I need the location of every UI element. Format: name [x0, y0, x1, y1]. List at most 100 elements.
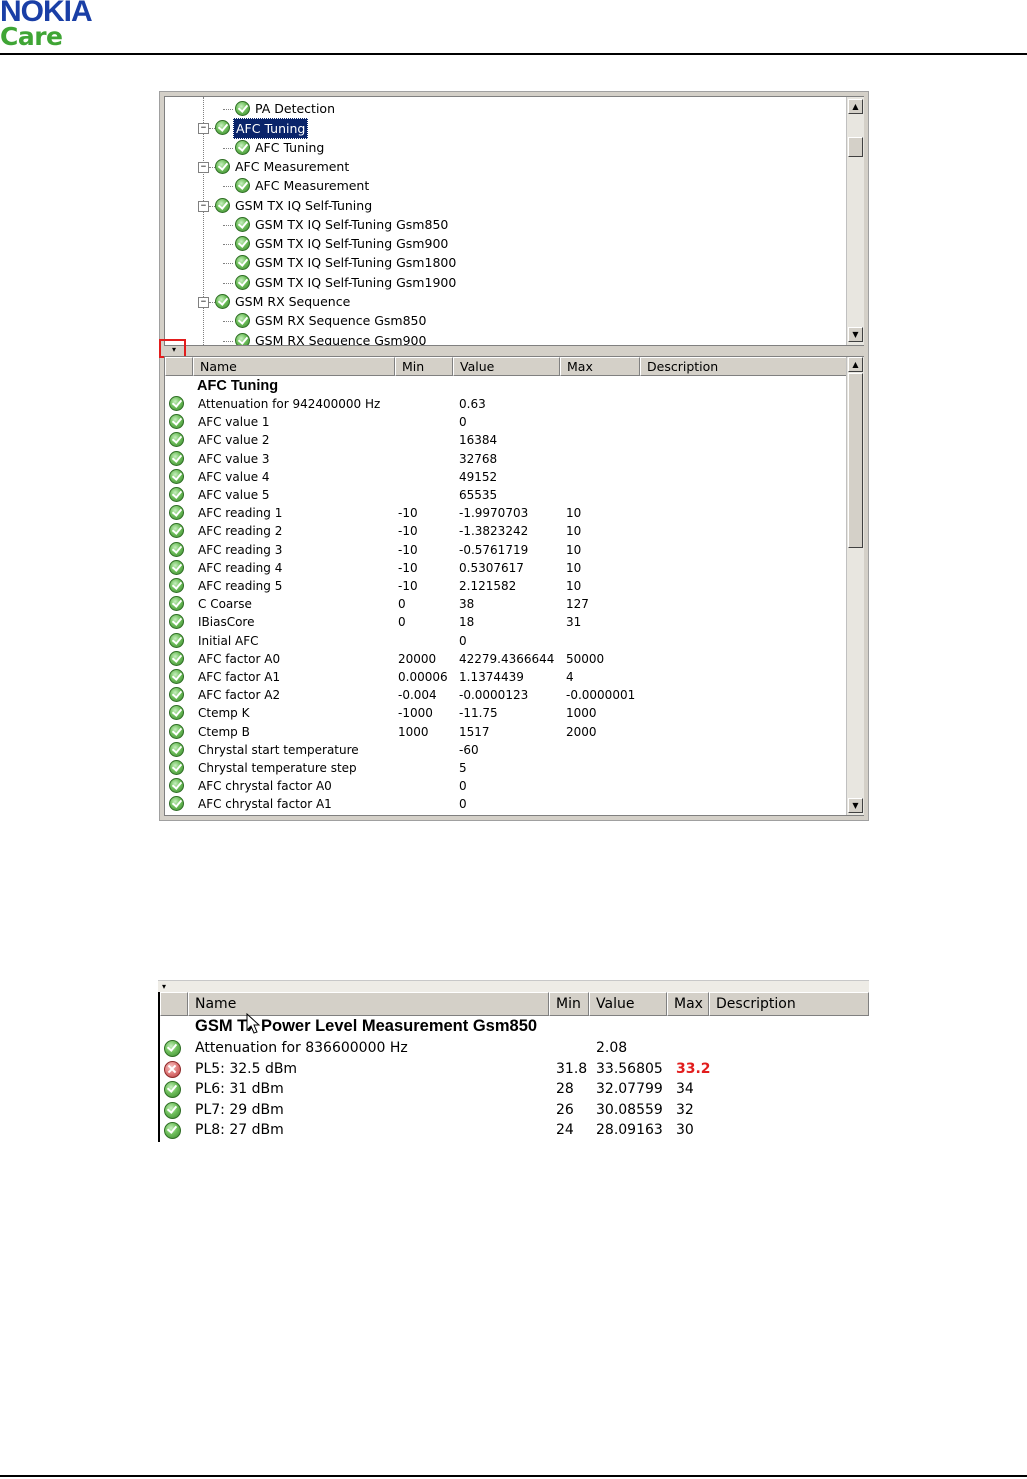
table-row[interactable]: AFC reading 3 -10 -0.5761719 10 [165, 541, 845, 559]
cell-value: 0.63 [459, 397, 486, 411]
tree-scrollbar[interactable]: ▲ ▼ [846, 97, 864, 345]
table-row[interactable]: PL8: 27 dBm 24 28.09163 30 [158, 1120, 869, 1140]
tree-item[interactable]: GSM TX IQ Self-Tuning Gsm1900 [165, 273, 845, 292]
tree-item[interactable]: − AFC Measurement [165, 157, 845, 176]
table-row[interactable]: AFC value 3 32768 [165, 450, 845, 468]
column-header-name[interactable]: Name [193, 357, 395, 376]
grid-scroll-thumb[interactable] [848, 373, 863, 548]
pass-check-icon [215, 197, 230, 213]
cell-value: 1517 [459, 724, 490, 739]
table-row[interactable]: Attenuation for 942400000 Hz 0.63 [165, 395, 845, 413]
table-row[interactable]: AFC reading 2 -10 -1.3823242 10 [165, 522, 845, 540]
pass-check-icon [169, 632, 184, 648]
cell-name: PL5: 32.5 dBm [195, 1060, 298, 1077]
tree-item[interactable]: GSM TX IQ Self-Tuning Gsm850 [165, 215, 845, 234]
table-row[interactable]: AFC factor A0 20000 42279.4366644 50000 [165, 650, 845, 668]
cell-value: 42279.4366644 [459, 651, 555, 666]
tree-item-label: AFC Tuning [233, 118, 309, 140]
cell-name: AFC value 3 [198, 451, 270, 466]
table-row[interactable]: AFC value 5 65535 [165, 486, 845, 504]
table-row[interactable]: AFC factor A2 -0.004 -0.0000123 -0.0000001 [165, 686, 845, 704]
table-row[interactable]: Initial AFC 0 [165, 632, 845, 650]
test-tree-pane[interactable]: PA Detection − AFC Tuning AFC Tuning − AFC Me… [164, 96, 864, 346]
collapse-toggle-icon[interactable]: − [198, 123, 209, 135]
table-row[interactable]: AFC value 2 16384 [165, 431, 845, 449]
pass-check-icon [164, 1081, 181, 1098]
grid-scrollbar[interactable]: ▲ ▼ [846, 357, 864, 815]
column-header-name[interactable]: Name [188, 992, 549, 1016]
tree-item[interactable]: − GSM RX Sequence [165, 292, 845, 311]
tree-guide-line [223, 321, 233, 323]
tree-item[interactable]: GSM TX IQ Self-Tuning Gsm900 [165, 234, 845, 253]
cell-min: -10 [398, 506, 418, 521]
table-row[interactable]: Chrystal temperature step 5 [165, 759, 845, 777]
tree-item[interactable]: − AFC Tuning [165, 118, 845, 140]
cell-name: AFC factor A0 [198, 651, 281, 666]
table-row[interactable]: Attenuation for 836600000 Hz 2.08 [158, 1038, 869, 1058]
cell-value: -0.5761719 [459, 542, 529, 557]
scroll-up-arrow-icon[interactable]: ▲ [848, 99, 863, 114]
table-row[interactable]: AFC chrystal factor A1 0 [165, 795, 845, 813]
column-header-description[interactable]: Description [709, 992, 869, 1016]
tree-item[interactable]: GSM RX Sequence Gsm900 [165, 331, 845, 346]
cell-max: 127 [566, 597, 589, 612]
tree-item[interactable]: PA Detection [165, 99, 845, 118]
tree-scroll-thumb[interactable] [848, 137, 863, 157]
tree-item-label: GSM RX Sequence Gsm900 [255, 332, 427, 346]
cell-name: Chrystal temperature step [198, 761, 357, 775]
scroll-up-arrow-icon[interactable]: ▲ [848, 357, 863, 372]
scroll-down-arrow-icon[interactable]: ▼ [848, 798, 863, 813]
column-header-value[interactable]: Value [589, 992, 667, 1016]
column-header-min[interactable]: Min [395, 357, 453, 376]
table-row[interactable]: C Coarse 0 38 127 [165, 595, 845, 613]
table-row[interactable]: AFC reading 1 -10 -1.9970703 10 [165, 504, 845, 522]
column-header-max[interactable]: Max [560, 357, 640, 376]
table-row[interactable]: PL7: 29 dBm 26 30.08559 32 [158, 1100, 869, 1120]
cell-max: 10 [566, 524, 582, 539]
cell-name: Ctemp K [198, 706, 250, 721]
column-header-min[interactable]: Min [549, 992, 589, 1016]
tree-guide-line [223, 186, 233, 188]
table-row[interactable]: Ctemp K -1000 -11.75 1000 [165, 704, 845, 722]
tree-item[interactable]: GSM TX IQ Self-Tuning Gsm1800 [165, 253, 845, 272]
tree-item[interactable]: − GSM TX IQ Self-Tuning [165, 196, 845, 215]
scroll-down-arrow-icon[interactable]: ▼ [848, 327, 863, 342]
cell-value: 30.08559 [596, 1101, 663, 1118]
table-row[interactable]: Ctemp B 1000 1517 2000 [165, 723, 845, 741]
tree-item-label: GSM TX IQ Self-Tuning Gsm850 [255, 216, 449, 232]
cell-name: AFC value 5 [198, 488, 270, 502]
table-row[interactable]: IBiasCore 0 18 31 [165, 613, 845, 631]
collapse-toggle-icon[interactable]: − [198, 200, 209, 212]
table-row[interactable]: AFC reading 5 -10 2.121582 10 [165, 577, 845, 595]
table-row[interactable]: AFC value 1 0 [165, 413, 845, 431]
cell-max: 31 [566, 615, 582, 630]
table-row[interactable]: AFC factor A1 0.00006 1.1374439 4 [165, 668, 845, 686]
table-row[interactable]: PL5: 32.5 dBm 31.8 33.56805 33.2 [158, 1059, 869, 1079]
tree-item[interactable]: AFC Tuning [165, 138, 845, 157]
cell-max: 34 [676, 1081, 694, 1097]
pass-check-icon [215, 120, 230, 136]
table-row[interactable]: PL6: 31 dBm 28 32.07799 34 [158, 1079, 869, 1099]
cell-name: AFC factor A2 [198, 688, 281, 703]
cell-value: 33.56805 [596, 1060, 663, 1077]
collapse-toggle-icon[interactable]: − [198, 161, 209, 173]
pass-check-icon [169, 614, 184, 630]
table-row[interactable]: AFC chrystal factor A0 0 [165, 777, 845, 795]
column-header-description[interactable]: Description [640, 357, 850, 376]
table-row[interactable]: AFC reading 4 -10 0.5307617 10 [165, 559, 845, 577]
tree-item[interactable]: AFC Measurement [165, 176, 845, 195]
collapse-toggle-icon[interactable]: − [198, 297, 209, 308]
cell-value: 32.07799 [596, 1081, 663, 1097]
table-row[interactable]: Chrystal start temperature -60 [165, 741, 845, 759]
tree-item-label: PA Detection [255, 101, 335, 116]
column-header-value[interactable]: Value [453, 357, 560, 376]
pass-check-icon [169, 450, 184, 466]
cell-name: AFC reading 3 [198, 542, 283, 557]
tree-item[interactable]: GSM RX Sequence Gsm850 [165, 311, 845, 330]
cell-max: 50000 [566, 651, 605, 666]
pane-splitter[interactable] [160, 346, 868, 356]
collapse-arrow-icon[interactable]: ▾ [162, 982, 166, 991]
cell-name: AFC value 1 [198, 415, 270, 430]
table-row[interactable]: AFC value 4 49152 [165, 468, 845, 486]
column-header-max[interactable]: Max [667, 992, 709, 1016]
